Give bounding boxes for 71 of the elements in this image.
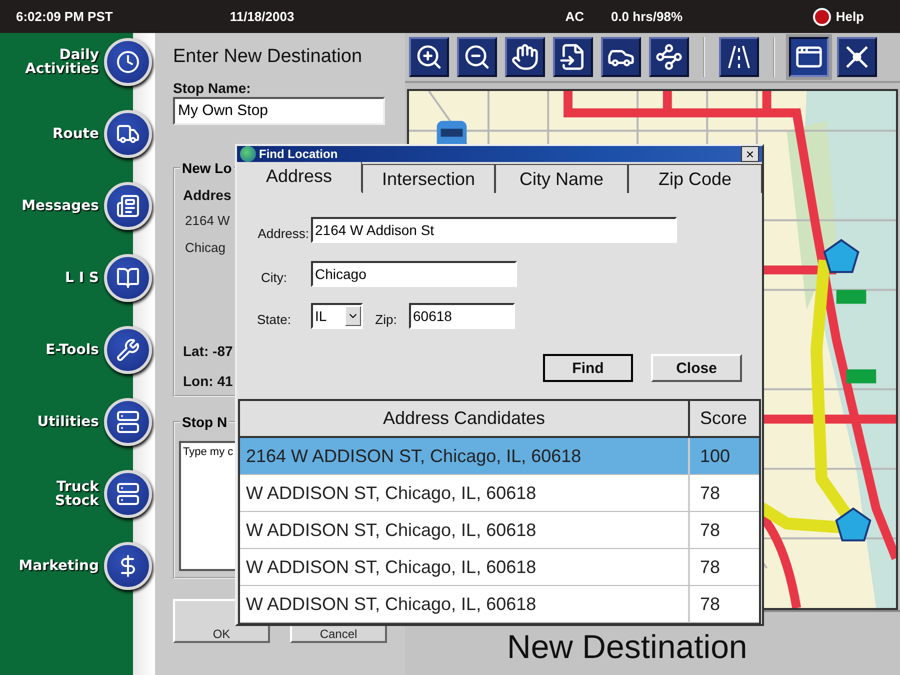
tab[interactable]: Address (237, 162, 362, 193)
intersection-button[interactable] (837, 37, 877, 77)
zoom-in-icon (415, 43, 443, 71)
globe-icon (240, 146, 256, 162)
tab[interactable]: Zip Code (628, 164, 762, 193)
group-legend: Stop N (180, 414, 230, 430)
field-label: City: (260, 268, 288, 284)
help-icon (812, 8, 831, 26)
destination-heading: New Destination (507, 626, 748, 666)
sidebar-item[interactable]: Daily Activities (0, 38, 155, 86)
tab[interactable]: Intersection (362, 164, 495, 193)
address-field[interactable]: 2164 W Addison St (311, 217, 677, 243)
table-cell[interactable]: W ADDISON ST, Chicago, IL, 60618 (240, 475, 690, 512)
wrench-icon (116, 338, 140, 362)
close-dialog-button[interactable]: Close (651, 354, 742, 382)
sidebar-item[interactable]: Marketing (0, 542, 155, 590)
zoom-out-button[interactable] (457, 37, 497, 77)
drawers-icon (116, 482, 140, 506)
table-cell[interactable]: 2164 W ADDISON ST, Chicago, IL, 60618 (240, 438, 690, 475)
city-field[interactable]: Chicago (311, 261, 517, 287)
find-button[interactable]: Find (543, 354, 633, 382)
zoom-out-icon (463, 43, 491, 71)
group-legend: New Lo (180, 160, 234, 176)
field-label: Zip: (374, 310, 398, 326)
table-cell[interactable]: W ADDISON ST, Chicago, IL, 60618 (240, 549, 690, 586)
longitude-text: Lon: 41 (183, 373, 234, 389)
window-button[interactable] (789, 37, 829, 77)
close-button[interactable]: × (741, 146, 759, 162)
field-label: Address: (256, 224, 309, 240)
sidebar-item[interactable]: E-Tools (0, 326, 155, 374)
column-header: Score (690, 401, 759, 438)
import-button[interactable] (553, 37, 593, 77)
table-cell[interactable]: W ADDISON ST, Chicago, IL, 60618 (240, 586, 690, 623)
road-icon (726, 44, 752, 70)
stop-name-field[interactable]: My Own Stop (173, 97, 385, 125)
sidebar-item[interactable]: Messages (0, 182, 155, 230)
address-label: Addres (183, 187, 232, 203)
zoom-in-button[interactable] (409, 37, 449, 77)
column-header: Address Candidates (240, 401, 690, 438)
table-cell[interactable]: 100 (690, 438, 759, 475)
clock-time: 6:02:09 PM PST (16, 9, 113, 24)
sidebar-item[interactable]: Truck Stock (0, 470, 155, 518)
vehicle-button[interactable] (601, 37, 641, 77)
state-dropdown[interactable]: IL (311, 303, 363, 329)
truck-icon (116, 122, 140, 146)
address-text: 2164 W (185, 213, 231, 228)
power-source: AC (565, 9, 584, 24)
table-cell[interactable]: W ADDISON ST, Chicago, IL, 60618 (240, 512, 690, 549)
sidebar-item[interactable]: Utilities (0, 398, 155, 446)
tab[interactable]: City Name (495, 164, 628, 193)
route-button[interactable] (649, 37, 689, 77)
panel-title: Enter New Destination (173, 46, 364, 68)
road-button[interactable] (719, 37, 759, 77)
field-label: State: (256, 310, 292, 326)
zip-field[interactable]: 60618 (409, 303, 515, 329)
hours-battery: 0.0 hrs/98% (610, 9, 683, 24)
book-icon (116, 266, 140, 290)
latitude-text: Lat: -87 (183, 343, 234, 359)
sidebar-item[interactable]: L I S (0, 254, 155, 302)
waypoints-icon (655, 43, 683, 71)
pan-button[interactable] (505, 37, 545, 77)
city-text: Chicag (185, 240, 226, 255)
date: 11/18/2003 (230, 9, 294, 24)
hand-icon (511, 43, 539, 71)
sidebar-item[interactable]: Route (0, 110, 155, 158)
clock-icon (116, 50, 140, 74)
help-button[interactable]: Help (812, 8, 864, 26)
rack-icon (116, 410, 140, 434)
document-icon (116, 194, 140, 218)
field-label: Stop Name: (173, 80, 252, 96)
dialog-title: Find Location (259, 147, 338, 161)
